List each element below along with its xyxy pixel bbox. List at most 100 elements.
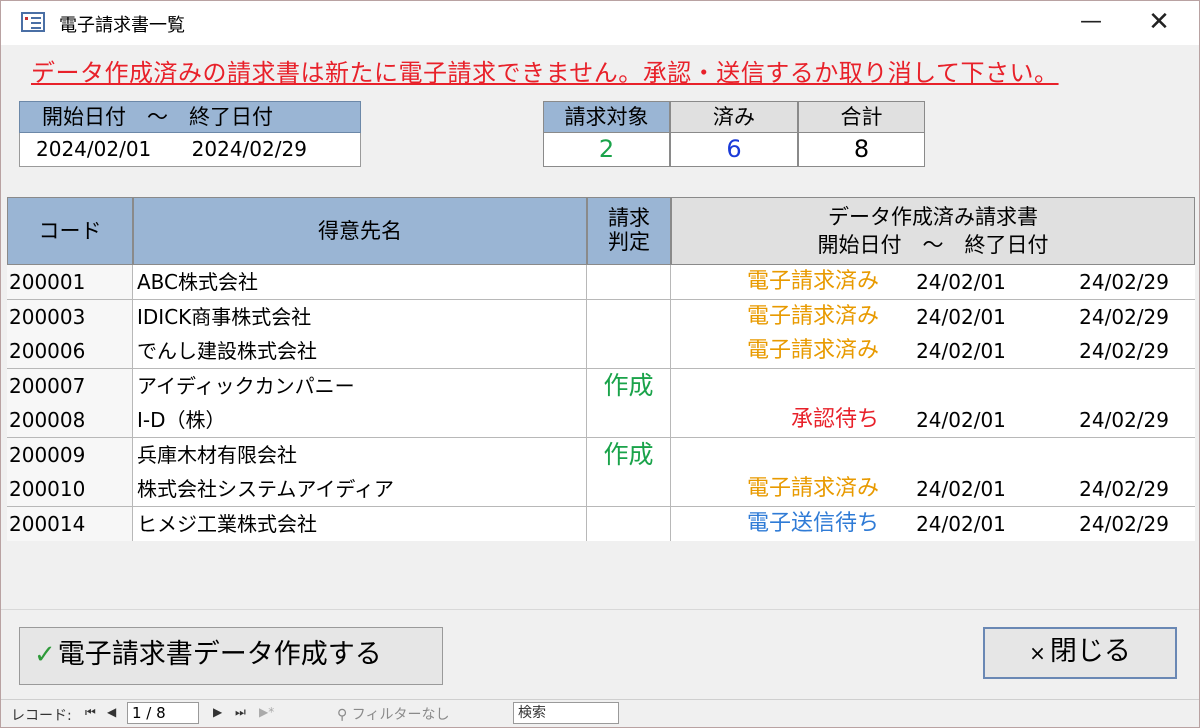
filter-toggle[interactable]: ⚲ フィルターなし — [337, 704, 449, 724]
row-code: 200006 — [7, 334, 133, 368]
column-header-code[interactable]: コード — [7, 197, 133, 265]
first-record-icon[interactable]: ⏮ — [85, 705, 96, 720]
total-count-label: 合計 — [798, 101, 925, 133]
row-status — [671, 437, 883, 472]
done-count-label: 済み — [670, 101, 798, 133]
prev-record-icon[interactable]: ◀ — [107, 705, 116, 719]
row-start-date: 24/02/01 — [883, 334, 1039, 368]
minimize-button[interactable]: — — [1061, 1, 1121, 45]
judge-header-line2: 判定 — [608, 230, 650, 254]
table-row[interactable]: 200010 株式会社システムアイディア 電子請求済み 24/02/01 24/02/2… — [7, 472, 1195, 507]
row-end-date — [1039, 437, 1195, 472]
row-status: 電子請求済み — [671, 334, 883, 368]
close-button-label: 閉じる — [1049, 636, 1131, 667]
row-code: 200003 — [7, 299, 133, 334]
row-customer-name: 兵庫木材有限会社 — [133, 437, 587, 472]
row-judge — [587, 299, 671, 334]
row-code: 200010 — [7, 472, 133, 506]
row-code: 200008 — [7, 403, 133, 437]
row-customer-name: ヒメジ工業株式会社 — [133, 506, 587, 541]
filter-icon: ⚲ — [337, 707, 348, 723]
table-row[interactable]: 200006 でんし建設株式会社 電子請求済み 24/02/01 24/02/29 — [7, 334, 1195, 369]
filter-label: フィルターなし — [351, 707, 450, 723]
row-judge — [587, 265, 671, 299]
footer-divider — [1, 609, 1199, 610]
create-invoice-data-button[interactable]: ✓電子請求書データ作成する — [19, 627, 443, 685]
row-status: 承認待ち — [671, 403, 883, 437]
row-end-date: 24/02/29 — [1039, 506, 1195, 541]
range-header-line1: データ作成済み請求書 — [828, 205, 1038, 229]
row-customer-name: I-D（株） — [133, 403, 587, 437]
row-judge: 作成 — [587, 437, 671, 472]
row-judge: 作成 — [587, 368, 671, 403]
row-start-date: 24/02/01 — [883, 265, 1039, 299]
row-status: 電子請求済み — [671, 472, 883, 506]
invoice-list-window: 電子請求書一覧 — ✕ データ作成済みの請求書は新たに電子請求できません。承認・… — [0, 0, 1200, 728]
table-row[interactable]: 200014 ヒメジ工業株式会社 電子送信待ち 24/02/01 24/02/29 — [7, 506, 1195, 541]
column-header-judge[interactable]: 請求 判定 — [587, 197, 671, 265]
date-range-header: 開始日付 ～ 終了日付 — [19, 101, 361, 133]
row-customer-name: ABC株式会社 — [133, 265, 587, 299]
row-start-date: 24/02/01 — [883, 299, 1039, 334]
count-summary: 請求対象 済み 合計 2 6 8 — [543, 101, 925, 167]
table-row[interactable]: 200003 IDICK商事株式会社 電子請求済み 24/02/01 24/02/29 — [7, 299, 1195, 334]
record-navigator: レコード: ⏮ ◀ 1 / 8 ▶ ⏭ ▶* ⚲ フィルターなし 検索 — [1, 699, 1199, 727]
table-row[interactable]: 200001 ABC株式会社 電子請求済み 24/02/01 24/02/29 — [7, 265, 1195, 300]
next-record-icon[interactable]: ▶ — [213, 705, 222, 719]
row-status: 電子送信待ち — [671, 506, 883, 541]
last-record-icon[interactable]: ⏭ — [235, 705, 246, 720]
close-window-button[interactable]: ✕ — [1129, 1, 1189, 45]
row-status: 電子請求済み — [671, 265, 883, 299]
window-title: 電子請求書一覧 — [59, 15, 185, 36]
row-start-date: 24/02/01 — [883, 403, 1039, 437]
column-header-range[interactable]: データ作成済み請求書 開始日付 ～ 終了日付 — [671, 197, 1195, 265]
row-end-date — [1039, 368, 1195, 403]
end-date: 2024/02/29 — [191, 137, 307, 161]
row-end-date: 24/02/29 — [1039, 334, 1195, 368]
row-customer-name: でんし建設株式会社 — [133, 334, 587, 368]
row-customer-name: 株式会社システムアイディア — [133, 472, 587, 506]
search-input[interactable]: 検索 — [513, 702, 619, 724]
date-range-values: 2024/02/01 2024/02/29 — [19, 133, 361, 167]
invoice-table: コード 得意先名 請求 判定 データ作成済み請求書 開始日付 ～ 終了日付 20… — [7, 197, 1195, 541]
judge-header-line1: 請求 — [608, 206, 650, 230]
date-range-box: 開始日付 ～ 終了日付 2024/02/01 2024/02/29 — [19, 101, 361, 167]
row-end-date: 24/02/29 — [1039, 265, 1195, 299]
row-judge — [587, 403, 671, 437]
row-code: 200014 — [7, 506, 133, 541]
warning-message: データ作成済みの請求書は新たに電子請求できません。承認・送信するか取り消して下さ… — [31, 59, 1059, 87]
record-position-input[interactable]: 1 / 8 — [127, 702, 199, 724]
row-judge — [587, 334, 671, 368]
form-icon — [21, 12, 45, 32]
title-bar: 電子請求書一覧 — ✕ — [1, 1, 1199, 45]
table-row[interactable]: 200007 アイディックカンパニー 作成 — [7, 368, 1195, 403]
row-end-date: 24/02/29 — [1039, 299, 1195, 334]
column-header-name[interactable]: 得意先名 — [133, 197, 587, 265]
start-date: 2024/02/01 — [36, 137, 152, 161]
table-body: 200001 ABC株式会社 電子請求済み 24/02/01 24/02/29 20000… — [7, 265, 1195, 541]
table-row[interactable]: 200009 兵庫木材有限会社 作成 — [7, 437, 1195, 472]
row-status: 電子請求済み — [671, 299, 883, 334]
done-count-value: 6 — [670, 133, 798, 167]
row-start-date — [883, 437, 1039, 472]
total-count-value: 8 — [798, 133, 925, 167]
check-icon: ✓ — [34, 640, 56, 670]
new-record-icon[interactable]: ▶* — [259, 705, 274, 719]
row-judge — [587, 506, 671, 541]
table-row[interactable]: 200008 I-D（株） 承認待ち 24/02/01 24/02/29 — [7, 403, 1195, 438]
target-count-value: 2 — [543, 133, 670, 167]
row-customer-name: アイディックカンパニー — [133, 368, 587, 403]
row-start-date: 24/02/01 — [883, 472, 1039, 506]
create-button-label: 電子請求書データ作成する — [57, 639, 382, 670]
record-label: レコード: — [11, 708, 72, 724]
target-count-label: 請求対象 — [543, 101, 670, 133]
row-end-date: 24/02/29 — [1039, 403, 1195, 437]
close-button[interactable]: × 閉じる — [983, 627, 1177, 679]
range-header-line2: 開始日付 ～ 終了日付 — [817, 233, 1049, 257]
row-judge — [587, 472, 671, 506]
row-start-date: 24/02/01 — [883, 506, 1039, 541]
row-start-date — [883, 368, 1039, 403]
row-code: 200007 — [7, 368, 133, 403]
row-code: 200009 — [7, 437, 133, 472]
row-customer-name: IDICK商事株式会社 — [133, 299, 587, 334]
